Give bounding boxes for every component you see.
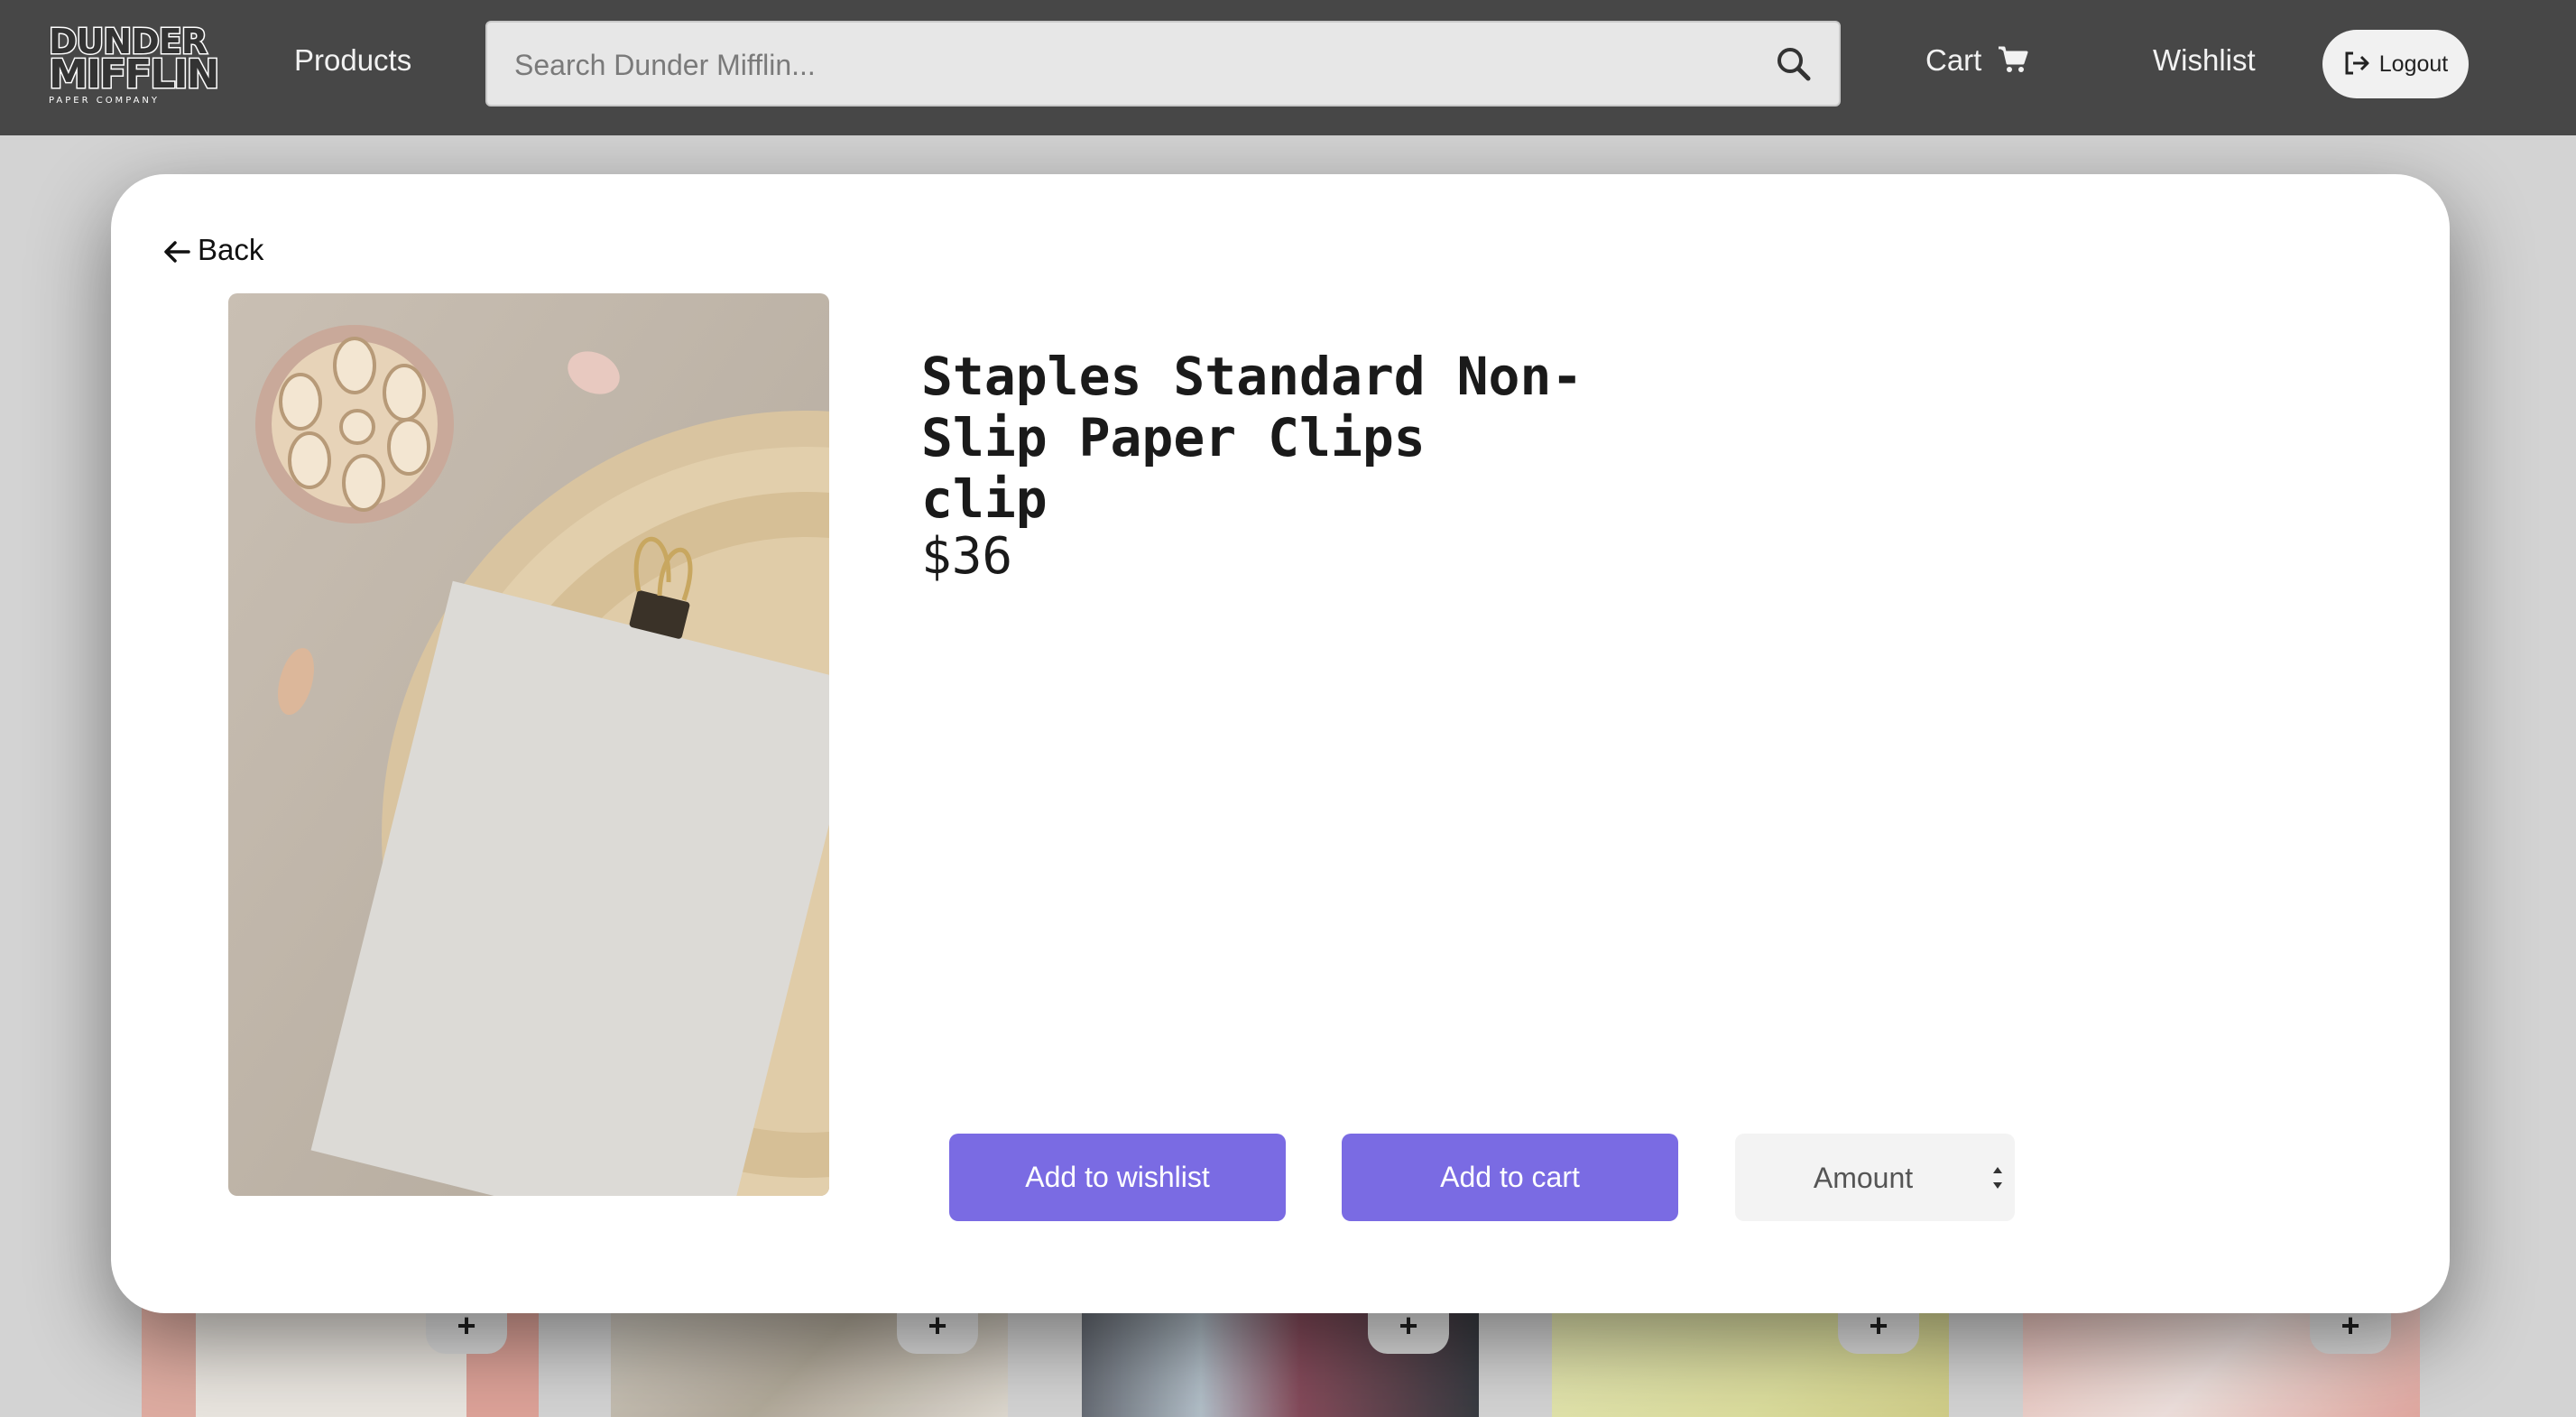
add-to-wishlist-button[interactable]: Add to wishlist bbox=[949, 1134, 1286, 1221]
product-price: $36 bbox=[921, 527, 1013, 586]
logo-line-3: PAPER COMPANY bbox=[49, 96, 161, 106]
product-detail-modal: Back Staples Standard Non-Slip Paper Cli… bbox=[111, 174, 2450, 1313]
cart-label: Cart bbox=[1925, 43, 1982, 77]
amount-input[interactable] bbox=[1735, 1134, 1991, 1223]
back-button[interactable]: Back bbox=[163, 233, 263, 267]
back-label: Back bbox=[198, 233, 264, 266]
logout-icon bbox=[2345, 51, 2369, 75]
top-navbar: DUNDER MIFFLIN PAPER COMPANY Products Ca… bbox=[0, 0, 2576, 135]
nav-cart-link[interactable]: Cart bbox=[1925, 43, 2028, 78]
search-bar bbox=[485, 21, 1841, 107]
product-category: clip bbox=[921, 468, 1048, 530]
product-image bbox=[228, 293, 829, 1196]
nav-wishlist-link[interactable]: Wishlist bbox=[2153, 43, 2256, 78]
logout-button[interactable]: Logout bbox=[2322, 30, 2469, 98]
search-icon[interactable] bbox=[1776, 46, 1812, 82]
cart-icon bbox=[1998, 46, 2028, 72]
amount-stepper[interactable] bbox=[1735, 1134, 2015, 1223]
spinner-arrows-icon[interactable] bbox=[1990, 1161, 2006, 1195]
logout-label: Logout bbox=[2378, 51, 2449, 77]
product-title: Staples Standard Non-Slip Paper Clips bbox=[921, 346, 1583, 468]
search-input[interactable] bbox=[512, 39, 1725, 91]
nav-products-link[interactable]: Products bbox=[294, 43, 411, 78]
logo-line-2: MIFFLIN bbox=[48, 51, 222, 97]
arrow-left-icon bbox=[164, 241, 190, 263]
add-to-cart-button[interactable]: Add to cart bbox=[1342, 1134, 1678, 1221]
dunder-mifflin-logo[interactable]: DUNDER MIFFLIN PAPER COMPANY bbox=[43, 20, 222, 108]
